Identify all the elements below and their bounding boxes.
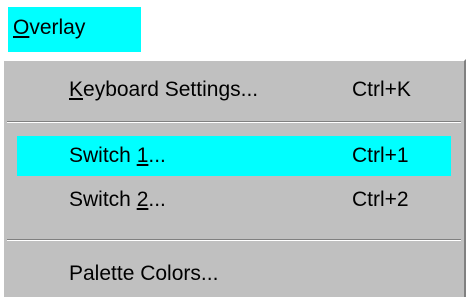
- menu-item-switch-1[interactable]: Switch 1... Ctrl+1: [17, 136, 451, 176]
- menu-item-palette-colors[interactable]: Palette Colors...: [17, 254, 451, 294]
- menu-title-mnemonic: O: [13, 16, 30, 39]
- overlay-menu-title[interactable]: Overlay: [8, 7, 141, 52]
- menu-item-shortcut: Ctrl+1: [352, 144, 409, 167]
- menu-item-shortcut: Ctrl+2: [352, 188, 409, 211]
- menu-item-label: Keyboard Settings...: [69, 78, 259, 101]
- menu-item-label: Palette Colors...: [69, 262, 219, 285]
- overlay-dropdown-menu: Keyboard Settings... Ctrl+K Switch 1... …: [2, 59, 466, 297]
- menu-title-rest: verlay: [29, 16, 86, 39]
- menu-separator: [7, 121, 461, 123]
- menu-separator: [7, 239, 461, 241]
- menu-item-keyboard-settings[interactable]: Keyboard Settings... Ctrl+K: [17, 70, 451, 110]
- menu-item-shortcut: Ctrl+K: [352, 78, 411, 101]
- menu-item-switch-2[interactable]: Switch 2... Ctrl+2: [17, 180, 451, 220]
- menu-item-label: Switch 1...: [69, 144, 166, 167]
- menu-item-label: Switch 2...: [69, 188, 166, 211]
